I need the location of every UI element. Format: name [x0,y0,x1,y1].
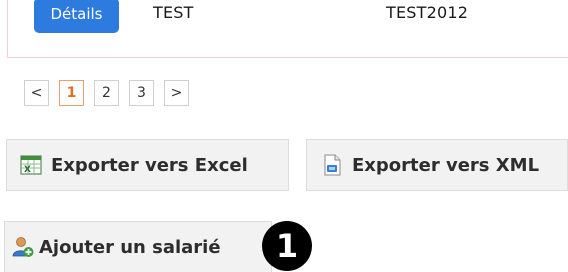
table-cell-name: TEST [153,3,194,22]
page-3-button[interactable]: 3 [129,80,154,106]
step-marker-badge: 1 [262,221,312,271]
add-employee-label: Ajouter un salarié [39,236,221,258]
excel-icon: X [20,155,42,175]
export-excel-label: Exporter vers Excel [51,154,248,176]
pagination: < 1 2 3 > [24,80,189,106]
table-cell-code: TEST2012 [386,3,469,22]
page-1-button[interactable]: 1 [59,80,84,106]
prev-page-button[interactable]: < [24,80,49,106]
add-employee-button[interactable]: Ajouter un salarié [4,221,272,272]
export-excel-button[interactable]: X Exporter vers Excel [6,139,289,191]
details-button[interactable]: Détails [34,0,119,33]
add-user-icon [12,237,34,257]
page-2-button[interactable]: 2 [94,80,119,106]
results-table-row: Détails TEST TEST2012 [7,0,568,58]
xml-file-icon [324,154,341,176]
export-xml-button[interactable]: Exporter vers XML [306,139,568,191]
export-xml-label: Exporter vers XML [352,154,540,176]
svg-text:X: X [24,165,31,175]
next-page-button[interactable]: > [164,80,189,106]
